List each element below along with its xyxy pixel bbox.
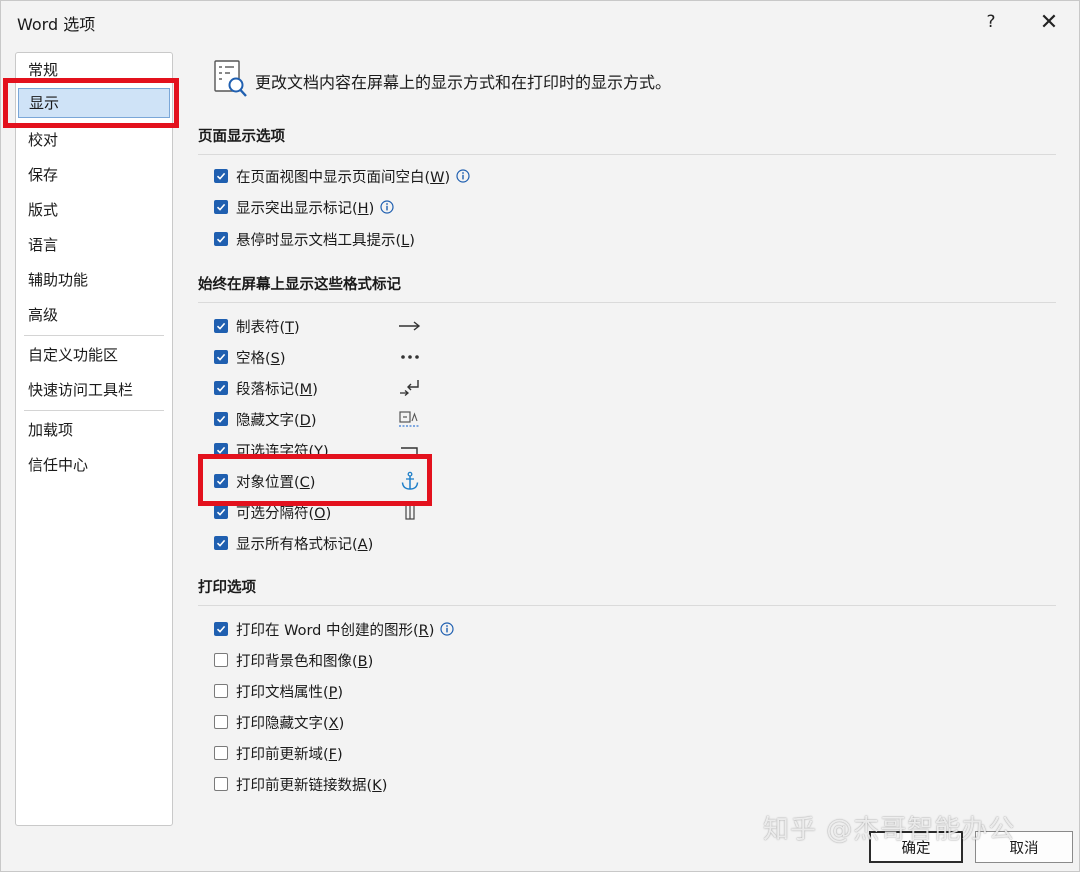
ok-button[interactable]: 确定 — [869, 831, 963, 863]
checkbox-checked[interactable] — [214, 505, 228, 519]
dialog-title: Word 选项 — [17, 15, 96, 34]
sidebar-item-typography[interactable]: 版式 — [16, 195, 172, 225]
sidebar-item-language[interactable]: 语言 — [16, 230, 172, 260]
checkbox-unchecked[interactable] — [214, 653, 228, 667]
checkbox-unchecked[interactable] — [214, 684, 228, 698]
option-tab-characters[interactable]: 制表符(T) — [214, 316, 300, 336]
section-divider — [198, 154, 1056, 155]
sidebar-item-quick-access-toolbar[interactable]: 快速访问工具栏 — [16, 375, 172, 405]
cancel-button[interactable]: 取消 — [975, 831, 1073, 863]
sidebar-item-general[interactable]: 常规 — [16, 55, 172, 85]
option-label: 打印前更新链接数据(K) — [236, 777, 388, 794]
checkbox-checked[interactable] — [214, 443, 228, 457]
sidebar-item-display[interactable]: 显示 — [18, 88, 170, 118]
checkbox-checked[interactable] — [214, 319, 228, 333]
option-label: 打印背景色和图像(B) — [236, 653, 374, 670]
section-divider — [198, 302, 1056, 303]
checkbox-unchecked[interactable] — [214, 746, 228, 760]
info-icon[interactable] — [456, 169, 470, 183]
option-paragraph-marks[interactable]: 段落标记(M) — [214, 378, 318, 398]
option-show-whitespace[interactable]: 在页面视图中显示页面间空白(W) — [214, 166, 470, 186]
display-options-panel: 更改文档内容在屏幕上的显示方式和在打印时的显示方式。 页面显示选项 在页面视图中… — [181, 43, 1071, 863]
section-title-print-options: 打印选项 — [198, 580, 256, 596]
sidebar-item-trust-center[interactable]: 信任中心 — [16, 450, 172, 480]
option-label: 显示所有格式标记(A) — [236, 536, 374, 553]
option-label: 可选连字符(Y) — [236, 443, 329, 460]
option-label: 悬停时显示文档工具提示(L) — [236, 232, 415, 249]
panel-description: 更改文档内容在屏幕上的显示方式和在打印时的显示方式。 — [255, 73, 672, 92]
option-label: 打印前更新域(F) — [236, 746, 343, 763]
display-settings-icon — [214, 60, 247, 97]
option-optional-hyphens[interactable]: 可选连字符(Y) — [214, 440, 329, 460]
option-label: 对象位置(C) — [236, 474, 316, 491]
checkbox-checked[interactable] — [214, 200, 228, 214]
option-show-all-marks[interactable]: 显示所有格式标记(A) — [214, 533, 373, 553]
checkbox-unchecked[interactable] — [214, 777, 228, 791]
checkbox-checked[interactable] — [214, 232, 228, 246]
checkbox-checked[interactable] — [214, 412, 228, 426]
checkbox-checked[interactable] — [214, 350, 228, 364]
help-button[interactable]: ? — [971, 7, 1011, 37]
option-print-hidden-text[interactable]: 打印隐藏文字(X) — [214, 712, 344, 732]
tab-arrow-icon — [399, 321, 421, 331]
section-title-formatting-marks: 始终在屏幕上显示这些格式标记 — [198, 277, 401, 293]
checkbox-unchecked[interactable] — [214, 715, 228, 729]
checkbox-checked[interactable] — [214, 474, 228, 488]
close-button[interactable]: ✕ — [1029, 7, 1069, 37]
checkbox-checked[interactable] — [214, 169, 228, 183]
sidebar-item-accessibility[interactable]: 辅助功能 — [16, 265, 172, 295]
option-label: 打印在 Word 中创建的图形(R) — [236, 622, 435, 639]
option-label: 打印隐藏文字(X) — [236, 715, 345, 732]
option-spaces[interactable]: 空格(S) — [214, 347, 286, 367]
option-label: 制表符(T) — [236, 319, 300, 336]
optional-break-icon — [405, 504, 415, 520]
option-print-properties[interactable]: 打印文档属性(P) — [214, 681, 343, 701]
checkbox-checked[interactable] — [214, 536, 228, 550]
word-options-dialog: Word 选项 ? ✕ 常规 显示 校对 保存 版式 语言 辅助功能 高级 自定… — [0, 0, 1080, 872]
option-optional-breaks[interactable]: 可选分隔符(O) — [214, 502, 331, 522]
option-show-tooltips[interactable]: 悬停时显示文档工具提示(L) — [214, 229, 415, 249]
anchor-icon — [401, 471, 419, 490]
section-title-page-display: 页面显示选项 — [198, 129, 285, 145]
space-dots-icon — [401, 355, 419, 359]
sidebar-item-save[interactable]: 保存 — [16, 160, 172, 190]
hidden-text-icon — [399, 411, 420, 427]
option-label: 显示突出显示标记(H) — [236, 200, 375, 217]
option-update-linked-data[interactable]: 打印前更新链接数据(K) — [214, 774, 387, 794]
option-label: 隐藏文字(D) — [236, 412, 317, 429]
option-show-highlighter-marks[interactable]: 显示突出显示标记(H) — [214, 197, 394, 217]
info-icon[interactable] — [440, 622, 455, 636]
options-sidebar: 常规 显示 校对 保存 版式 语言 辅助功能 高级 自定义功能区 快速访问工具栏… — [15, 52, 173, 826]
option-label: 段落标记(M) — [236, 381, 318, 398]
sidebar-item-customize-ribbon[interactable]: 自定义功能区 — [16, 340, 172, 370]
sidebar-item-proofing[interactable]: 校对 — [16, 125, 172, 155]
checkbox-checked[interactable] — [214, 381, 228, 395]
info-icon[interactable] — [380, 200, 394, 214]
section-divider — [198, 605, 1056, 606]
option-label: 可选分隔符(O) — [236, 505, 332, 522]
option-label: 在页面视图中显示页面间空白(W) — [236, 169, 451, 186]
sidebar-divider — [24, 335, 164, 336]
option-label: 空格(S) — [236, 350, 286, 367]
option-print-background[interactable]: 打印背景色和图像(B) — [214, 650, 373, 670]
option-object-anchors[interactable]: 对象位置(C) — [214, 471, 315, 491]
paragraph-mark-icon — [400, 380, 419, 396]
sidebar-item-advanced[interactable]: 高级 — [16, 300, 172, 330]
title-bar: Word 选项 ? ✕ — [1, 1, 1079, 43]
sidebar-divider — [24, 410, 164, 411]
option-update-fields[interactable]: 打印前更新域(F) — [214, 743, 343, 763]
option-label: 打印文档属性(P) — [236, 684, 344, 701]
checkbox-checked[interactable] — [214, 622, 228, 636]
sidebar-item-add-ins[interactable]: 加载项 — [16, 415, 172, 445]
optional-hyphen-icon — [401, 447, 418, 454]
option-print-drawings[interactable]: 打印在 Word 中创建的图形(R) — [214, 619, 455, 639]
option-hidden-text[interactable]: 隐藏文字(D) — [214, 409, 317, 429]
